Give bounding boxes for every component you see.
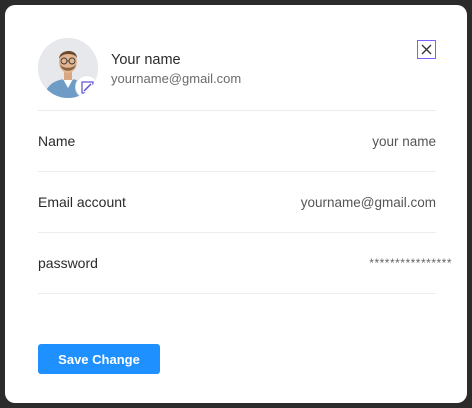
profile-name: Your name (111, 52, 181, 68)
profile-email: yourname@gmail.com (111, 71, 242, 86)
field-row-name: Name your name (38, 111, 436, 171)
close-button[interactable] (417, 40, 436, 59)
profile-fields: Name your name Email account yourname@gm… (38, 110, 452, 294)
close-icon (421, 44, 432, 55)
divider (38, 293, 436, 294)
edit-image-icon[interactable] (76, 76, 98, 98)
field-row-password: password **************** (38, 233, 452, 293)
field-label: Name (38, 133, 76, 149)
email-value[interactable]: yourname@gmail.com (301, 195, 436, 210)
field-label: password (38, 255, 98, 271)
profile-header: Your name yourname@gmail.com (38, 38, 436, 98)
field-label: Email account (38, 194, 126, 210)
save-change-button[interactable]: Save Change (38, 344, 160, 374)
name-value[interactable]: your name (372, 134, 436, 149)
password-value[interactable]: **************** (369, 256, 452, 270)
field-row-email: Email account yourname@gmail.com (38, 172, 436, 232)
profile-card: Your name yourname@gmail.com Name your n… (5, 5, 467, 403)
avatar[interactable] (38, 38, 98, 98)
